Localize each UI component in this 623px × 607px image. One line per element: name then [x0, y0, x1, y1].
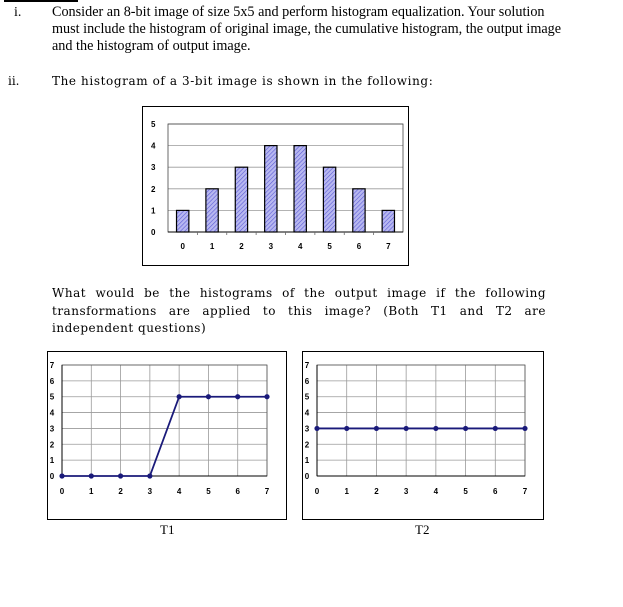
x-tick-label: 4 — [298, 242, 303, 251]
y-tick-label: 6 — [305, 377, 310, 386]
x-tick-label: 1 — [344, 487, 349, 496]
y-tick-label: 7 — [50, 361, 55, 370]
y-tick-label: 2 — [305, 440, 310, 449]
x-tick-label: 6 — [235, 487, 240, 496]
x-tick-label: 3 — [148, 487, 153, 496]
histogram-bar — [205, 188, 219, 233]
input-histogram-plot: 0 1 2 3 4 5 0 1 2 3 4 5 6 7 — [151, 120, 404, 251]
y-tick-label: 1 — [305, 456, 310, 465]
x-tick-label: 5 — [327, 242, 332, 251]
data-point — [147, 473, 153, 479]
histogram-bar — [322, 166, 337, 233]
question-i-line-3: and the histogram of output image. — [52, 38, 251, 54]
y-tick-label: 0 — [50, 472, 55, 481]
x-tick-label: 3 — [269, 242, 274, 251]
data-point — [117, 473, 124, 479]
data-point — [59, 473, 65, 479]
data-point — [88, 473, 94, 479]
histogram-bar — [293, 144, 307, 233]
x-tick-label: 4 — [434, 487, 439, 496]
data-point — [344, 425, 350, 432]
histogram-bar — [264, 144, 278, 233]
x-tick-label: 0 — [315, 487, 320, 496]
paragraph-line-1: What would be the histograms of the outp… — [52, 286, 546, 300]
x-tick-label: 0 — [60, 487, 65, 496]
data-point — [462, 425, 469, 432]
plot-area — [316, 364, 526, 477]
x-tick-label: 0 — [180, 242, 185, 251]
x-tick-label: 5 — [206, 487, 211, 496]
y-tick-label: 7 — [305, 361, 310, 370]
y-tick-label: 0 — [151, 228, 156, 237]
histogram-bar — [352, 188, 366, 233]
t1-transform-chart: 0 1 2 3 4 5 6 7 0 1 2 3 4 5 6 7 — [47, 351, 287, 520]
x-tick-label: 7 — [386, 242, 391, 251]
t2-transform-plot: 0 1 2 3 4 5 6 7 0 1 2 3 4 5 6 7 — [305, 361, 528, 496]
t1-transform-plot: 0 1 2 3 4 5 6 7 0 1 2 3 4 5 6 7 — [50, 361, 270, 496]
t2-caption: T2 — [415, 522, 430, 537]
data-point — [176, 394, 182, 400]
data-point — [235, 394, 241, 400]
data-point — [205, 394, 212, 400]
data-point — [492, 425, 498, 432]
y-tick-label: 0 — [305, 472, 310, 481]
data-point — [403, 425, 409, 432]
y-tick-label: 6 — [50, 377, 55, 386]
question-i-line-2: must include the histogram of original i… — [52, 21, 562, 37]
y-tick-label: 2 — [151, 185, 156, 194]
y-tick-label: 4 — [50, 409, 55, 418]
x-tick-label: 5 — [463, 487, 468, 496]
data-point — [314, 425, 320, 432]
x-tick-label: 7 — [265, 487, 270, 496]
y-tick-label: 4 — [305, 409, 310, 418]
histogram-bar — [234, 166, 249, 233]
histogram-bar — [175, 209, 190, 233]
x-tick-label: 6 — [493, 487, 498, 496]
transform-line — [62, 395, 267, 477]
question-ii-paragraph: What would be the histograms of the outp… — [52, 285, 546, 338]
y-tick-label: 2 — [50, 440, 55, 449]
data-point — [373, 425, 380, 432]
y-tick-label: 4 — [151, 142, 156, 151]
x-tick-label: 2 — [239, 242, 244, 251]
y-tick-label: 1 — [151, 206, 156, 215]
x-tick-label: 6 — [357, 242, 362, 251]
y-tick-label: 1 — [50, 456, 55, 465]
data-point — [264, 394, 270, 400]
y-tick-label: 3 — [50, 424, 55, 433]
input-histogram-chart: 0 1 2 3 4 5 0 1 2 3 4 5 6 7 — [142, 106, 409, 266]
t2-transform-chart: 0 1 2 3 4 5 6 7 0 1 2 3 4 5 6 7 — [302, 351, 544, 520]
plot-area — [61, 364, 268, 477]
data-point — [433, 425, 439, 432]
x-tick-label: 2 — [118, 487, 123, 496]
y-tick-label: 5 — [151, 120, 156, 129]
y-tick-label: 5 — [50, 393, 55, 402]
histogram-bar — [381, 209, 396, 233]
section-rule — [4, 0, 78, 2]
y-tick-label: 3 — [151, 163, 156, 172]
y-tick-label: 3 — [305, 424, 310, 433]
data-point — [522, 425, 528, 432]
t1-caption: T1 — [160, 522, 175, 537]
question-number-i: i. — [14, 5, 22, 20]
question-number-ii: ii. — [8, 74, 20, 88]
x-tick-label: 7 — [523, 487, 528, 496]
paragraph-line-3: independent questions) — [52, 321, 207, 335]
y-tick-label: 5 — [305, 393, 310, 402]
x-tick-label: 2 — [374, 487, 379, 496]
x-tick-label: 1 — [210, 242, 215, 251]
paragraph-line-2: transformations are applied to this imag… — [52, 303, 546, 318]
question-i-line-1: Consider an 8-bit image of size 5x5 and … — [52, 4, 545, 20]
x-tick-label: 3 — [404, 487, 409, 496]
x-tick-label: 4 — [177, 487, 182, 496]
question-ii-intro: The histogram of a 3-bit image is shown … — [52, 74, 434, 88]
plot-area — [167, 123, 404, 233]
x-tick-label: 1 — [89, 487, 94, 496]
